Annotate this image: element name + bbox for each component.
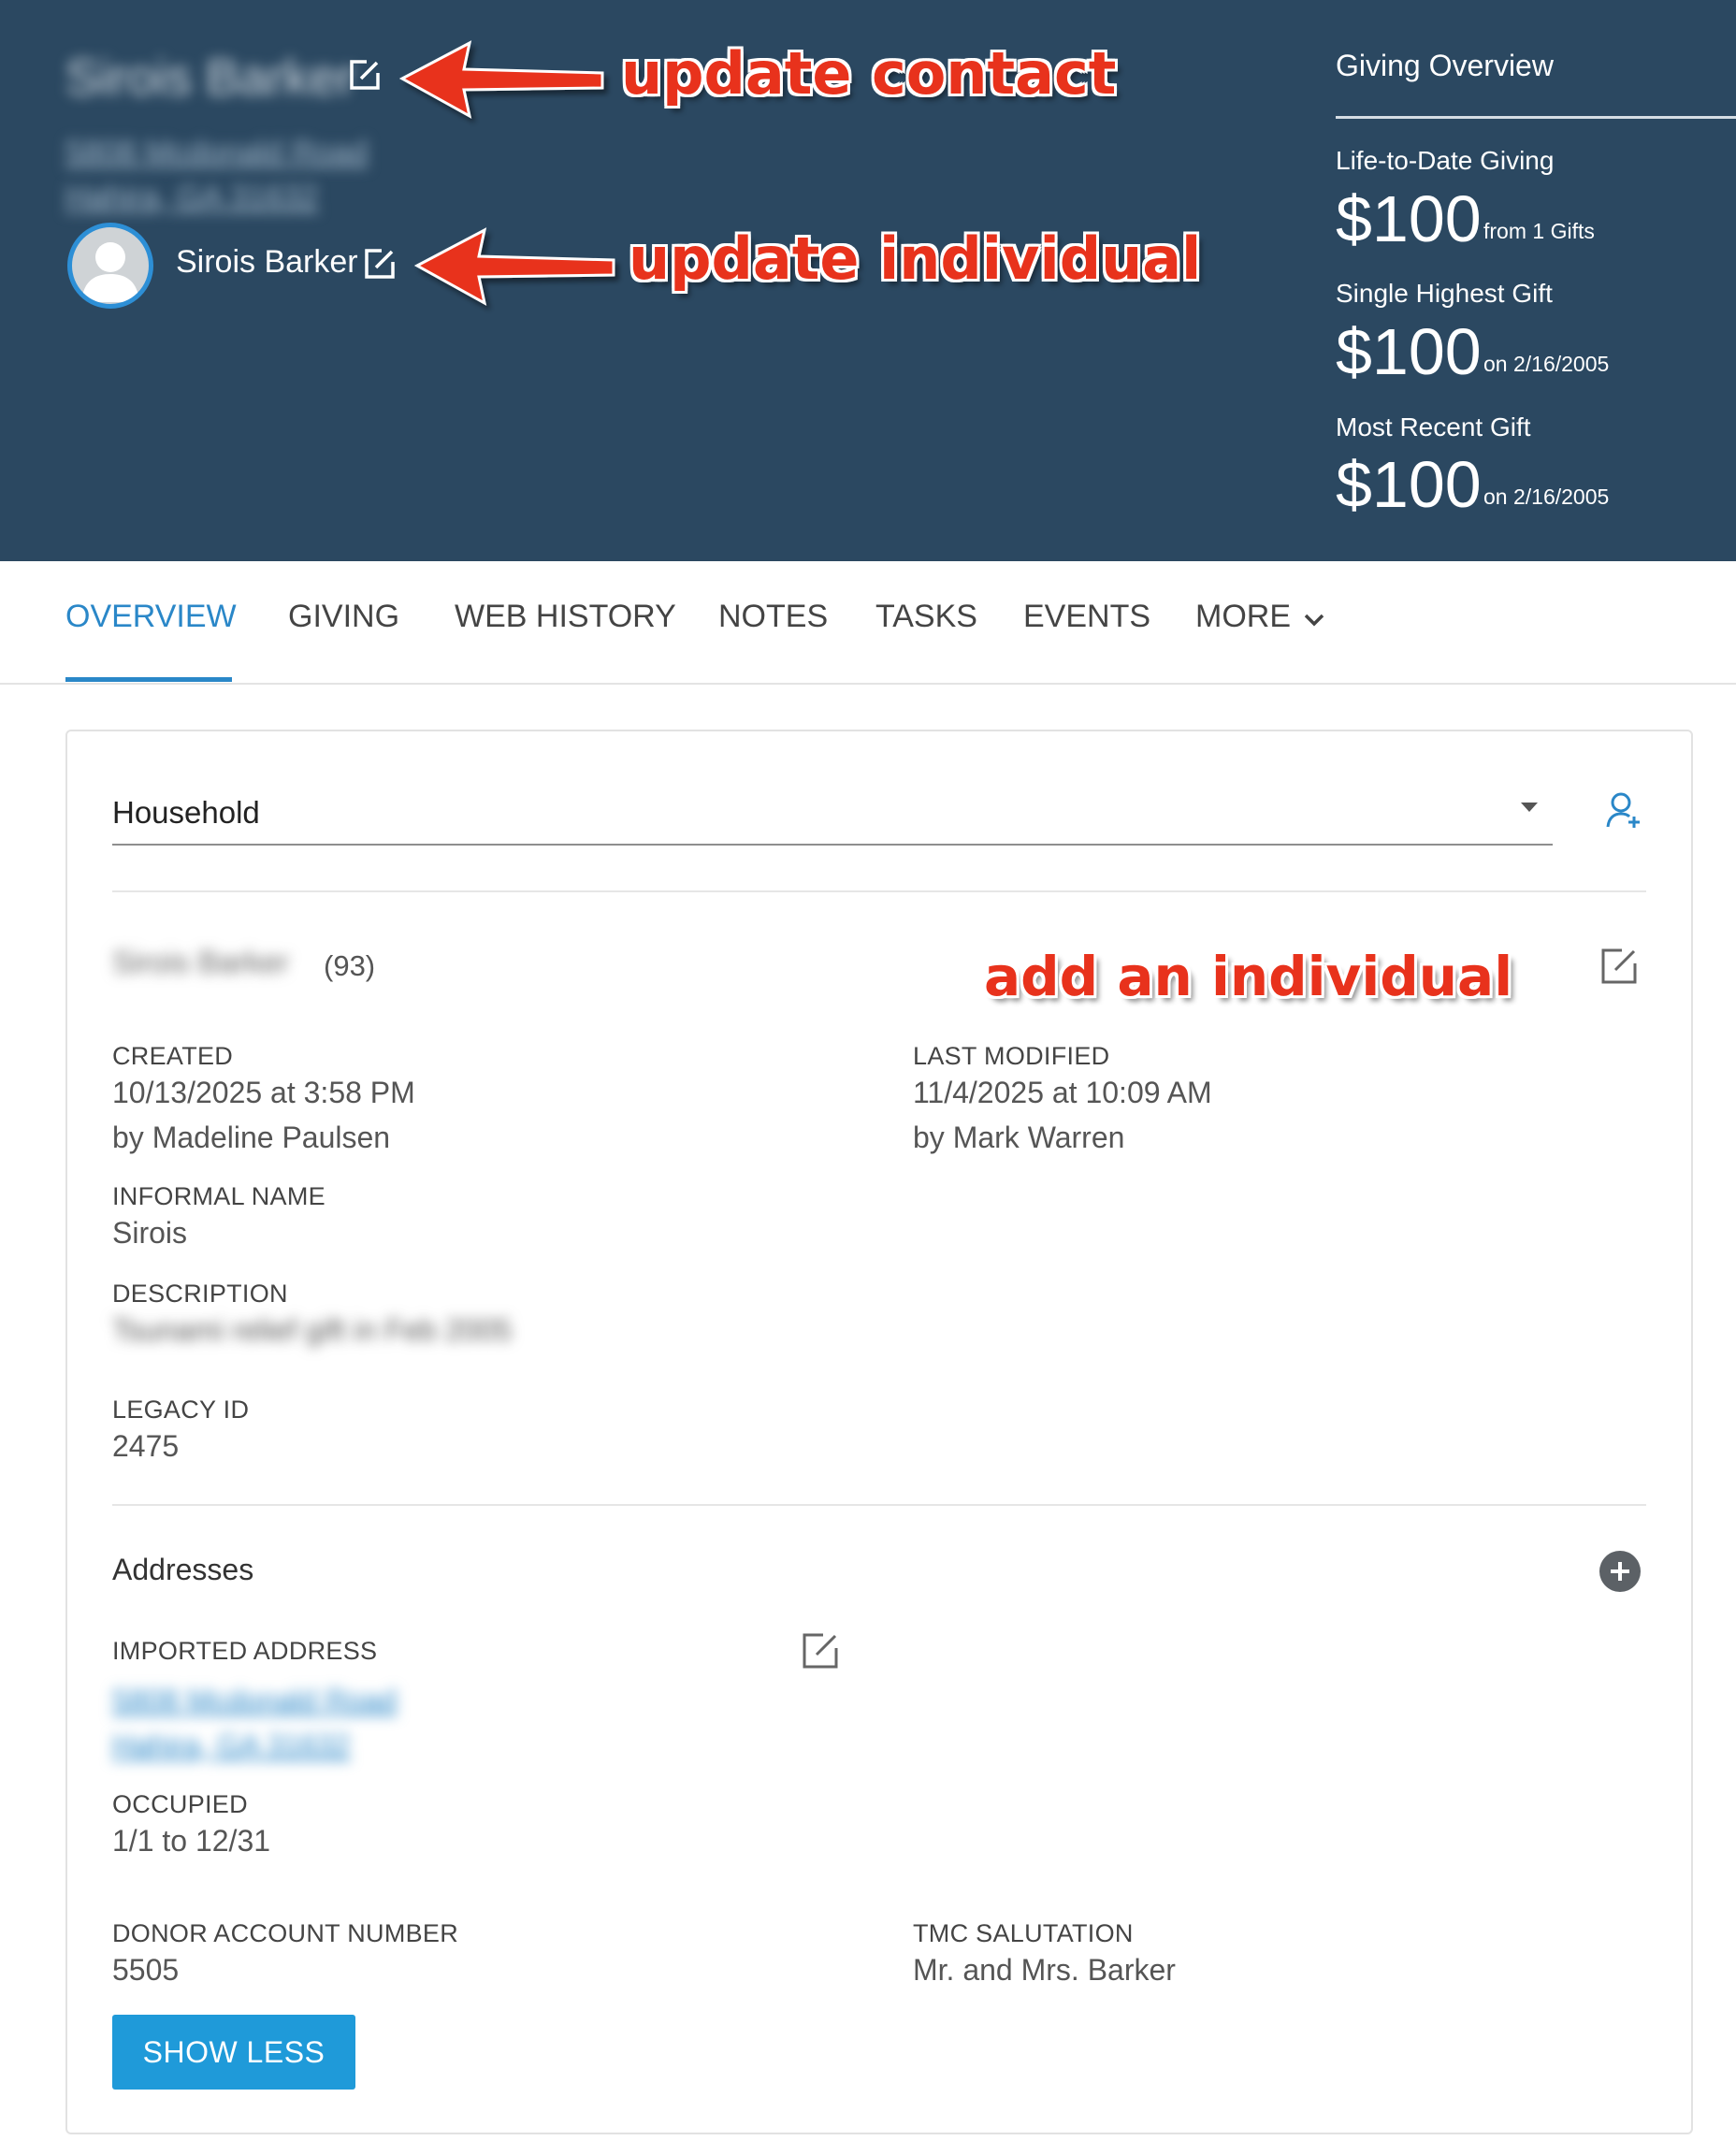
household-count: (93) [324, 949, 376, 982]
donor-account-label: DONOR ACCOUNT NUMBER [112, 1919, 459, 1947]
show-less-button[interactable]: SHOW LESS [112, 2015, 355, 2090]
address-line1-link[interactable]: 5808 Mcdonald Road [112, 1684, 397, 1718]
imported-address-label: IMPORTED ADDRESS [112, 1637, 378, 1665]
tab-tasks[interactable]: TASKS [875, 599, 977, 635]
tab-more[interactable]: MORE [1195, 599, 1291, 635]
section-divider [112, 1504, 1646, 1506]
created-date: 10/13/2025 at 3:58 PM [112, 1076, 415, 1109]
tmc-salutation-value: Mr. and Mrs. Barker [913, 1953, 1176, 1987]
last-modified-date: 11/4/2025 at 10:09 AM [913, 1076, 1212, 1109]
tab-giving[interactable]: GIVING [288, 599, 399, 635]
last-modified-label: LAST MODIFIED [913, 1042, 1110, 1070]
add-person-icon[interactable] [1605, 791, 1642, 835]
legacy-id-value: 2475 [112, 1429, 180, 1463]
chevron-down-icon[interactable] [1304, 614, 1324, 631]
description-label: DESCRIPTION [112, 1280, 288, 1308]
addresses-title: Addresses [112, 1553, 254, 1586]
occupied-label: OCCUPIED [112, 1790, 248, 1818]
legacy-id-label: LEGACY ID [112, 1396, 250, 1424]
household-select[interactable]: Household [112, 795, 260, 831]
occupied-value: 1/1 to 12/31 [112, 1824, 271, 1858]
tab-overview[interactable]: OVERVIEW [65, 599, 237, 635]
tmc-salutation-label: TMC SALUTATION [913, 1919, 1134, 1947]
donor-account-value: 5505 [112, 1953, 180, 1987]
informal-name-label: INFORMAL NAME [112, 1182, 326, 1210]
created-by: by Madeline Paulsen [112, 1121, 391, 1154]
created-label: CREATED [112, 1042, 234, 1070]
arrow-update-individual [413, 227, 615, 306]
annotation-add-individual: add an individual [984, 945, 1513, 1008]
plus-circle-icon[interactable] [1599, 1551, 1641, 1592]
tab-notes[interactable]: NOTES [718, 599, 828, 635]
edit-household-icon[interactable] [1599, 947, 1639, 986]
tab-bar: OVERVIEW GIVING WEB HISTORY NOTES TASKS … [0, 561, 1736, 685]
informal-name-value: Sirois [112, 1216, 188, 1250]
tab-events[interactable]: EVENTS [1023, 599, 1150, 635]
arrow-update-contact [398, 40, 604, 119]
active-tab-indicator [65, 677, 232, 682]
section-divider [112, 890, 1646, 892]
household-name: Sirois Barker [112, 945, 289, 979]
select-underline [112, 844, 1553, 846]
last-modified-by: by Mark Warren [913, 1121, 1125, 1154]
edit-address-icon[interactable] [801, 1631, 840, 1670]
caret-down-icon[interactable] [1521, 803, 1538, 812]
description-value: Tsunami relief gift in Feb 2005 [112, 1313, 512, 1347]
address-line2-link[interactable]: Hahira, GA 31632 [112, 1728, 350, 1763]
tab-web-history[interactable]: WEB HISTORY [455, 599, 676, 635]
